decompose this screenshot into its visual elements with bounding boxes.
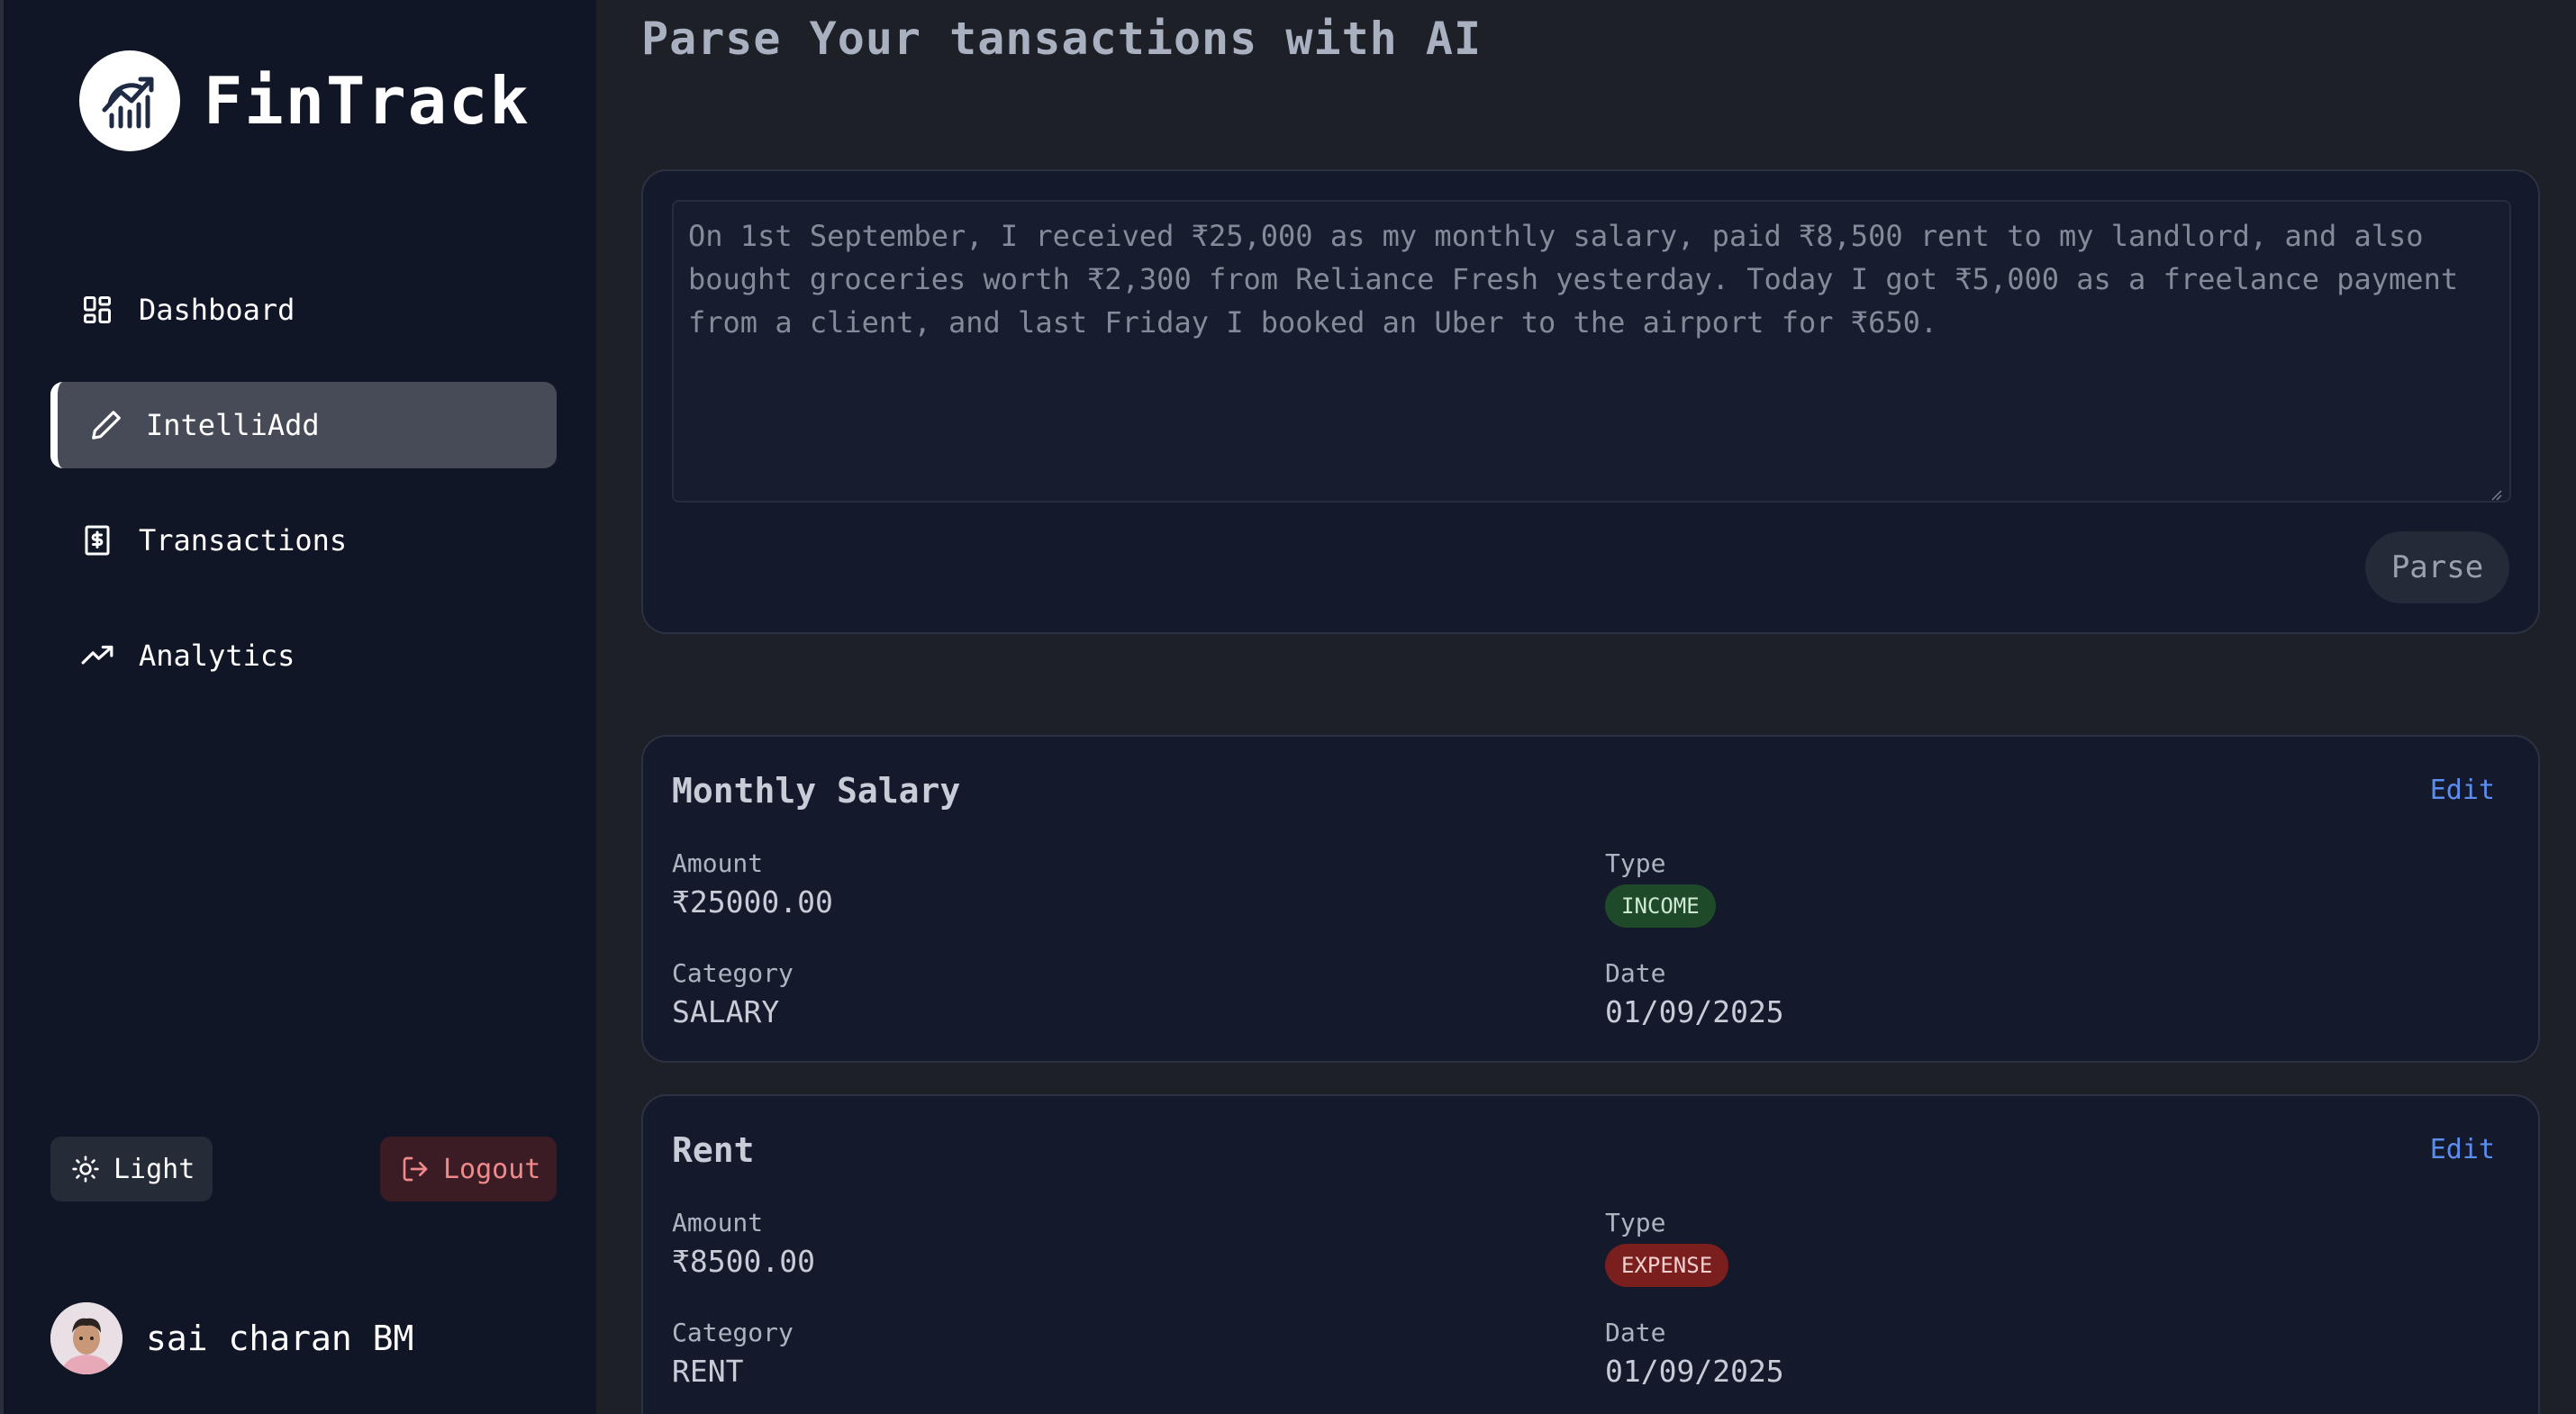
transaction-card: Rent Edit Amount ₹8500.00 Type EXPENSE C… — [641, 1094, 2540, 1414]
date-label: Date — [1605, 958, 1666, 988]
receipt-icon — [79, 522, 115, 558]
type-badge: INCOME — [1605, 884, 1716, 928]
sidebar-item-label: Dashboard — [139, 293, 295, 327]
dashboard-icon — [79, 292, 115, 328]
sidebar-item-analytics[interactable]: Analytics — [50, 612, 557, 699]
logout-label: Logout — [443, 1153, 541, 1185]
app-root: FinTrack Dashboard IntelliAdd Transactio… — [0, 0, 2576, 1414]
amount-label: Amount — [672, 848, 764, 878]
sun-icon — [70, 1154, 101, 1184]
sidebar-item-dashboard[interactable]: Dashboard — [50, 267, 557, 353]
type-badge: EXPENSE — [1605, 1244, 1729, 1287]
edit-link[interactable]: Edit — [2430, 775, 2495, 806]
category-value: RENT — [672, 1354, 744, 1389]
user-name: sai charan BM — [146, 1319, 414, 1358]
transaction-card: Monthly Salary Edit Amount ₹25000.00 Typ… — [641, 735, 2540, 1063]
main-content: Parse Your tansactions with AI On 1st Se… — [596, 0, 2576, 1414]
sidebar-item-intelliadd[interactable]: IntelliAdd — [50, 382, 557, 468]
avatar — [50, 1302, 122, 1374]
trending-up-icon — [79, 638, 115, 674]
category-label: Category — [672, 1318, 794, 1347]
category-value: SALARY — [672, 994, 780, 1029]
type-label: Type — [1605, 848, 1666, 878]
category-label: Category — [672, 958, 794, 988]
sidebar: FinTrack Dashboard IntelliAdd Transactio… — [0, 0, 596, 1414]
user-profile[interactable]: sai charan BM — [50, 1302, 413, 1374]
date-label: Date — [1605, 1318, 1666, 1347]
transaction-text-input[interactable]: On 1st September, I received ₹25,000 as … — [672, 200, 2511, 503]
edit-link[interactable]: Edit — [2430, 1134, 2495, 1165]
transaction-title: Monthly Salary — [672, 771, 961, 811]
amount-value: ₹25000.00 — [672, 884, 833, 920]
date-value: 01/09/2025 — [1605, 1354, 1784, 1389]
amount-value: ₹8500.00 — [672, 1244, 815, 1279]
pencil-icon — [88, 407, 124, 443]
brand-name: FinTrack — [204, 63, 531, 139]
logout-button[interactable]: Logout — [380, 1137, 557, 1201]
sidebar-item-label: Transactions — [139, 523, 348, 557]
transaction-title: Rent — [672, 1130, 755, 1170]
logout-icon — [400, 1154, 431, 1184]
resize-handle-icon[interactable] — [2490, 488, 2502, 501]
sidebar-item-transactions[interactable]: Transactions — [50, 497, 557, 584]
parse-button[interactable]: Parse — [2365, 531, 2509, 603]
type-label: Type — [1605, 1208, 1666, 1237]
theme-toggle-button[interactable]: Light — [50, 1137, 213, 1201]
parse-card: On 1st September, I received ₹25,000 as … — [641, 169, 2540, 634]
sidebar-item-label: IntelliAdd — [146, 408, 320, 442]
date-value: 01/09/2025 — [1605, 994, 1784, 1029]
theme-toggle-label: Light — [113, 1153, 195, 1185]
amount-label: Amount — [672, 1208, 764, 1237]
sidebar-item-label: Analytics — [139, 639, 295, 673]
brand[interactable]: FinTrack — [79, 50, 531, 151]
page-title: Parse Your tansactions with AI — [641, 13, 1483, 65]
chart-logo-icon — [79, 50, 180, 151]
